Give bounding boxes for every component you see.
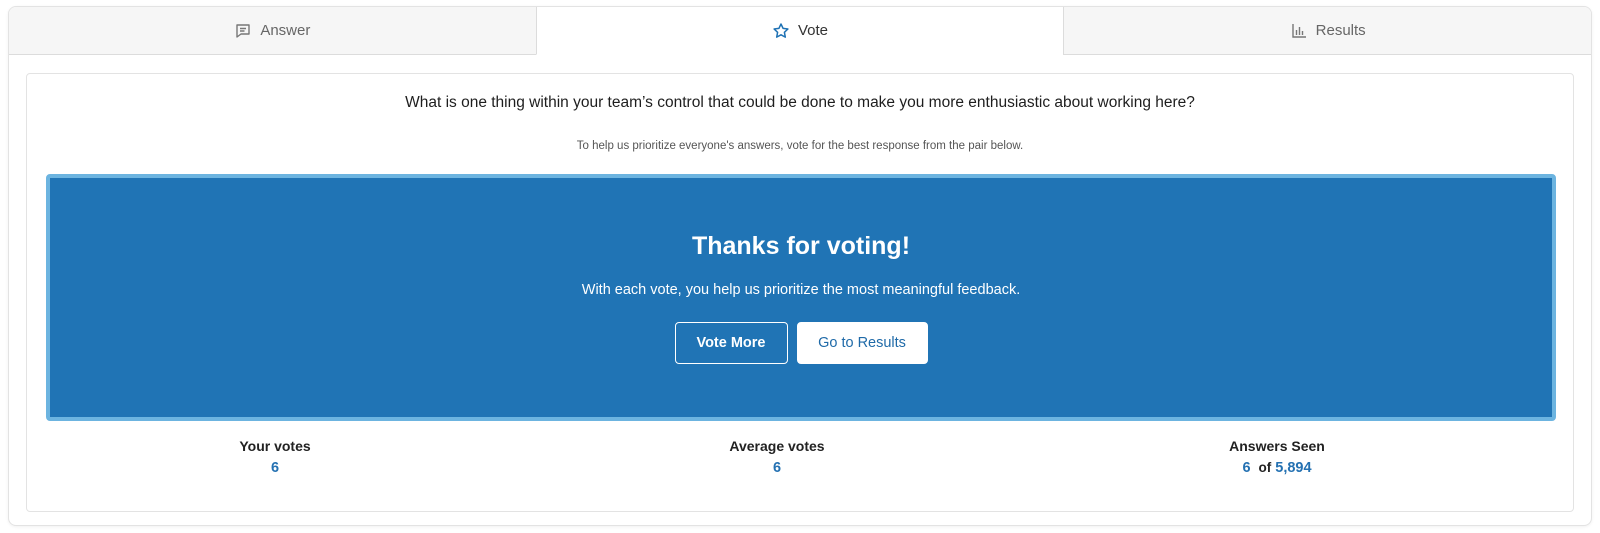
stat-your-votes: Your votes 6	[165, 438, 385, 476]
answers-seen-of: of	[1258, 460, 1272, 475]
chat-bubble-icon	[234, 22, 252, 40]
answers-seen-total: 5,894	[1275, 460, 1312, 476]
stat-answers-seen-value: 6 of 5,894	[1167, 460, 1387, 476]
stat-answers-seen-label: Answers Seen	[1229, 438, 1325, 454]
banner-title: Thanks for voting!	[691, 232, 911, 260]
tab-results-label: Results	[1315, 22, 1366, 39]
stat-average-votes: Average votes 6	[667, 438, 887, 476]
tab-results[interactable]: Results	[1063, 7, 1591, 55]
vote-hint: To help us prioritize everyone's answers…	[576, 140, 1024, 152]
banner-subtitle: With each vote, you help us prioritize t…	[581, 282, 1021, 298]
tab-bar: Answer Vote Results	[9, 7, 1591, 55]
question-text: What is one thing within your team’s con…	[405, 94, 1195, 111]
stat-your-votes-label: Your votes	[239, 438, 311, 454]
answers-seen-count: 6	[1242, 460, 1251, 476]
stat-average-votes-value: 6	[772, 460, 782, 476]
thanks-banner: Thanks for voting! With each vote, you h…	[46, 174, 1556, 421]
survey-panel: Answer Vote Results What is one thing wi…	[8, 6, 1592, 526]
tab-answer[interactable]: Answer	[9, 7, 536, 55]
go-to-results-button[interactable]: Go to Results	[796, 322, 928, 364]
tab-vote-label: Vote	[797, 22, 829, 39]
bar-chart-icon	[1290, 22, 1308, 40]
stat-average-votes-label: Average votes	[729, 438, 825, 454]
banner-actions: Vote More Go to Results	[50, 322, 1552, 364]
star-icon	[772, 22, 790, 40]
stat-your-votes-value: 6	[270, 460, 280, 476]
tab-vote[interactable]: Vote	[535, 7, 1064, 55]
tab-answer-label: Answer	[260, 22, 311, 39]
vote-more-button[interactable]: Vote More	[674, 322, 788, 364]
vote-card: What is one thing within your team’s con…	[26, 73, 1574, 512]
stat-answers-seen: Answers Seen 6 of 5,894	[1167, 438, 1387, 476]
